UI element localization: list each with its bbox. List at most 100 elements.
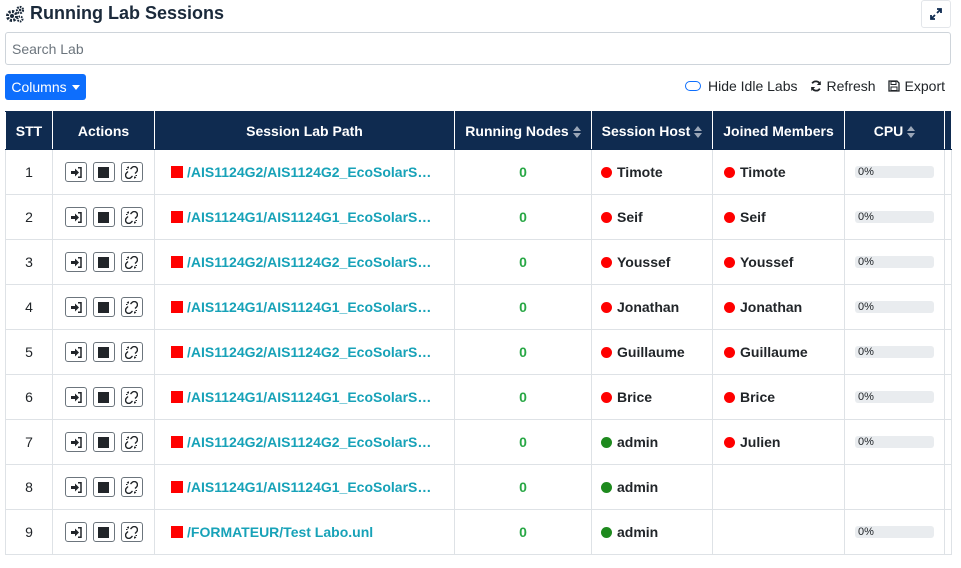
table-row: 1/AIS1124G2/AIS1124G2_EcoSolarS… 0 Timote T… <box>5 149 952 195</box>
unlink-button[interactable] <box>120 162 143 182</box>
lab-path-link[interactable]: /AIS1124G2/AIS1124G2_EcoSolarS… <box>187 434 431 450</box>
header-running-nodes-label: Running Nodes <box>465 122 569 139</box>
cpu-progress-bar: 0% <box>855 526 934 538</box>
row-extra <box>944 374 952 420</box>
stop-icon <box>98 481 109 493</box>
row-session-host: Seif <box>591 194 713 240</box>
lab-path-link[interactable]: /AIS1124G1/AIS1124G1_EcoSolarS… <box>187 479 431 495</box>
search-lab-input[interactable] <box>5 32 951 65</box>
row-cpu: 0% <box>844 374 945 420</box>
sign-in-icon <box>70 166 82 178</box>
header-session-host[interactable]: Session Host <box>591 111 713 150</box>
row-stt: 9 <box>5 509 53 555</box>
member-status-icon <box>724 212 735 223</box>
stop-lab-button[interactable] <box>92 207 115 227</box>
stop-lab-button[interactable] <box>92 477 115 497</box>
title-bar: Running Lab Sessions <box>5 0 951 28</box>
hide-idle-labs-toggle[interactable]: Hide Idle Labs <box>684 78 798 94</box>
row-actions <box>52 374 155 420</box>
cpu-value: 0% <box>858 211 874 223</box>
lab-path-link[interactable]: /AIS1124G1/AIS1124G1_EcoSolarS… <box>187 389 431 405</box>
row-stt: 6 <box>5 374 53 420</box>
table-row: 6/AIS1124G1/AIS1124G1_EcoSolarS… 0 Brice Br… <box>5 374 952 420</box>
header-running-nodes[interactable]: Running Nodes <box>454 111 592 150</box>
unlink-icon <box>125 255 138 269</box>
header-cpu-label: CPU <box>873 122 904 139</box>
lab-path-link[interactable]: /FORMATEUR/Test Labo.unl <box>187 524 373 540</box>
stop-icon <box>98 346 109 358</box>
stop-lab-button[interactable] <box>92 387 115 407</box>
unlink-button[interactable] <box>120 252 143 272</box>
row-lab-path: /AIS1124G2/AIS1124G2_EcoSolarS… <box>154 239 455 285</box>
unlink-icon <box>125 480 138 494</box>
cpu-value: 0% <box>858 346 874 358</box>
row-running-nodes: 0 <box>454 194 592 240</box>
host-status-icon <box>601 257 612 268</box>
join-lab-button[interactable] <box>64 162 87 182</box>
cpu-value: 0% <box>858 166 874 178</box>
stop-lab-button[interactable] <box>92 252 115 272</box>
table-header-row: STT Actions Session Lab Path Running Nod… <box>5 111 952 150</box>
join-lab-button[interactable] <box>64 207 87 227</box>
expand-button[interactable] <box>921 0 951 28</box>
member-name: Seif <box>740 209 766 225</box>
stop-lab-button[interactable] <box>92 432 115 452</box>
columns-dropdown-button[interactable]: Columns <box>5 74 86 100</box>
row-lab-path: /AIS1124G1/AIS1124G1_EcoSolarS… <box>154 374 455 420</box>
cpu-value: 0% <box>858 301 874 313</box>
row-extra <box>944 509 952 555</box>
join-lab-button[interactable] <box>64 342 87 362</box>
unlink-button[interactable] <box>120 387 143 407</box>
join-lab-button[interactable] <box>64 432 87 452</box>
join-lab-button[interactable] <box>64 522 87 542</box>
member-name: Timote <box>740 164 786 180</box>
stop-icon <box>98 526 109 538</box>
lab-path-link[interactable]: /AIS1124G2/AIS1124G2_EcoSolarS… <box>187 164 431 180</box>
stop-lab-button[interactable] <box>92 522 115 542</box>
refresh-icon <box>810 80 821 92</box>
row-extra <box>944 419 952 465</box>
row-session-host: Brice <box>591 374 713 420</box>
lab-path-link[interactable]: /AIS1124G2/AIS1124G2_EcoSolarS… <box>187 344 431 360</box>
row-cpu: 0% <box>844 194 945 240</box>
unlink-button[interactable] <box>120 297 143 317</box>
host-status-icon <box>601 392 612 403</box>
member-status-icon <box>724 347 735 358</box>
unlink-button[interactable] <box>120 432 143 452</box>
table-row: 2/AIS1124G1/AIS1124G1_EcoSolarS… 0 Seif Sei… <box>5 194 952 240</box>
unlink-icon <box>125 435 138 449</box>
unlink-button[interactable] <box>120 522 143 542</box>
member-name: Guillaume <box>740 344 808 360</box>
row-extra <box>944 239 952 285</box>
row-lab-path: /FORMATEUR/Test Labo.unl <box>154 509 455 555</box>
cpu-value: 0% <box>858 436 874 448</box>
join-lab-button[interactable] <box>64 477 87 497</box>
stop-lab-button[interactable] <box>92 297 115 317</box>
row-joined-members: Timote <box>712 149 845 195</box>
lab-path-link[interactable]: /AIS1124G1/AIS1124G1_EcoSolarS… <box>187 209 431 225</box>
join-lab-button[interactable] <box>64 297 87 317</box>
stop-lab-button[interactable] <box>92 162 115 182</box>
table-row: 5/AIS1124G2/AIS1124G2_EcoSolarS… 0 Guillau… <box>5 329 952 375</box>
unlink-button[interactable] <box>120 342 143 362</box>
stop-lab-button[interactable] <box>92 342 115 362</box>
row-running-nodes: 0 <box>454 284 592 330</box>
join-lab-button[interactable] <box>64 387 87 407</box>
row-actions <box>52 149 155 195</box>
header-cpu[interactable]: CPU <box>844 111 945 150</box>
unlink-button[interactable] <box>120 207 143 227</box>
row-actions <box>52 329 155 375</box>
header-stt: STT <box>5 111 53 150</box>
host-name: Jonathan <box>617 299 680 315</box>
refresh-button[interactable]: Refresh <box>810 78 876 94</box>
toggle-switch-icon <box>684 81 701 91</box>
host-status-icon <box>601 302 612 313</box>
row-extra <box>944 464 952 510</box>
unlink-button[interactable] <box>120 477 143 497</box>
row-joined-members: Youssef <box>712 239 845 285</box>
row-lab-path: /AIS1124G1/AIS1124G1_EcoSolarS… <box>154 464 455 510</box>
join-lab-button[interactable] <box>64 252 87 272</box>
export-button[interactable]: Export <box>887 78 945 94</box>
lab-path-link[interactable]: /AIS1124G2/AIS1124G2_EcoSolarS… <box>187 254 431 270</box>
lab-path-link[interactable]: /AIS1124G1/AIS1124G1_EcoSolarS… <box>187 299 431 315</box>
